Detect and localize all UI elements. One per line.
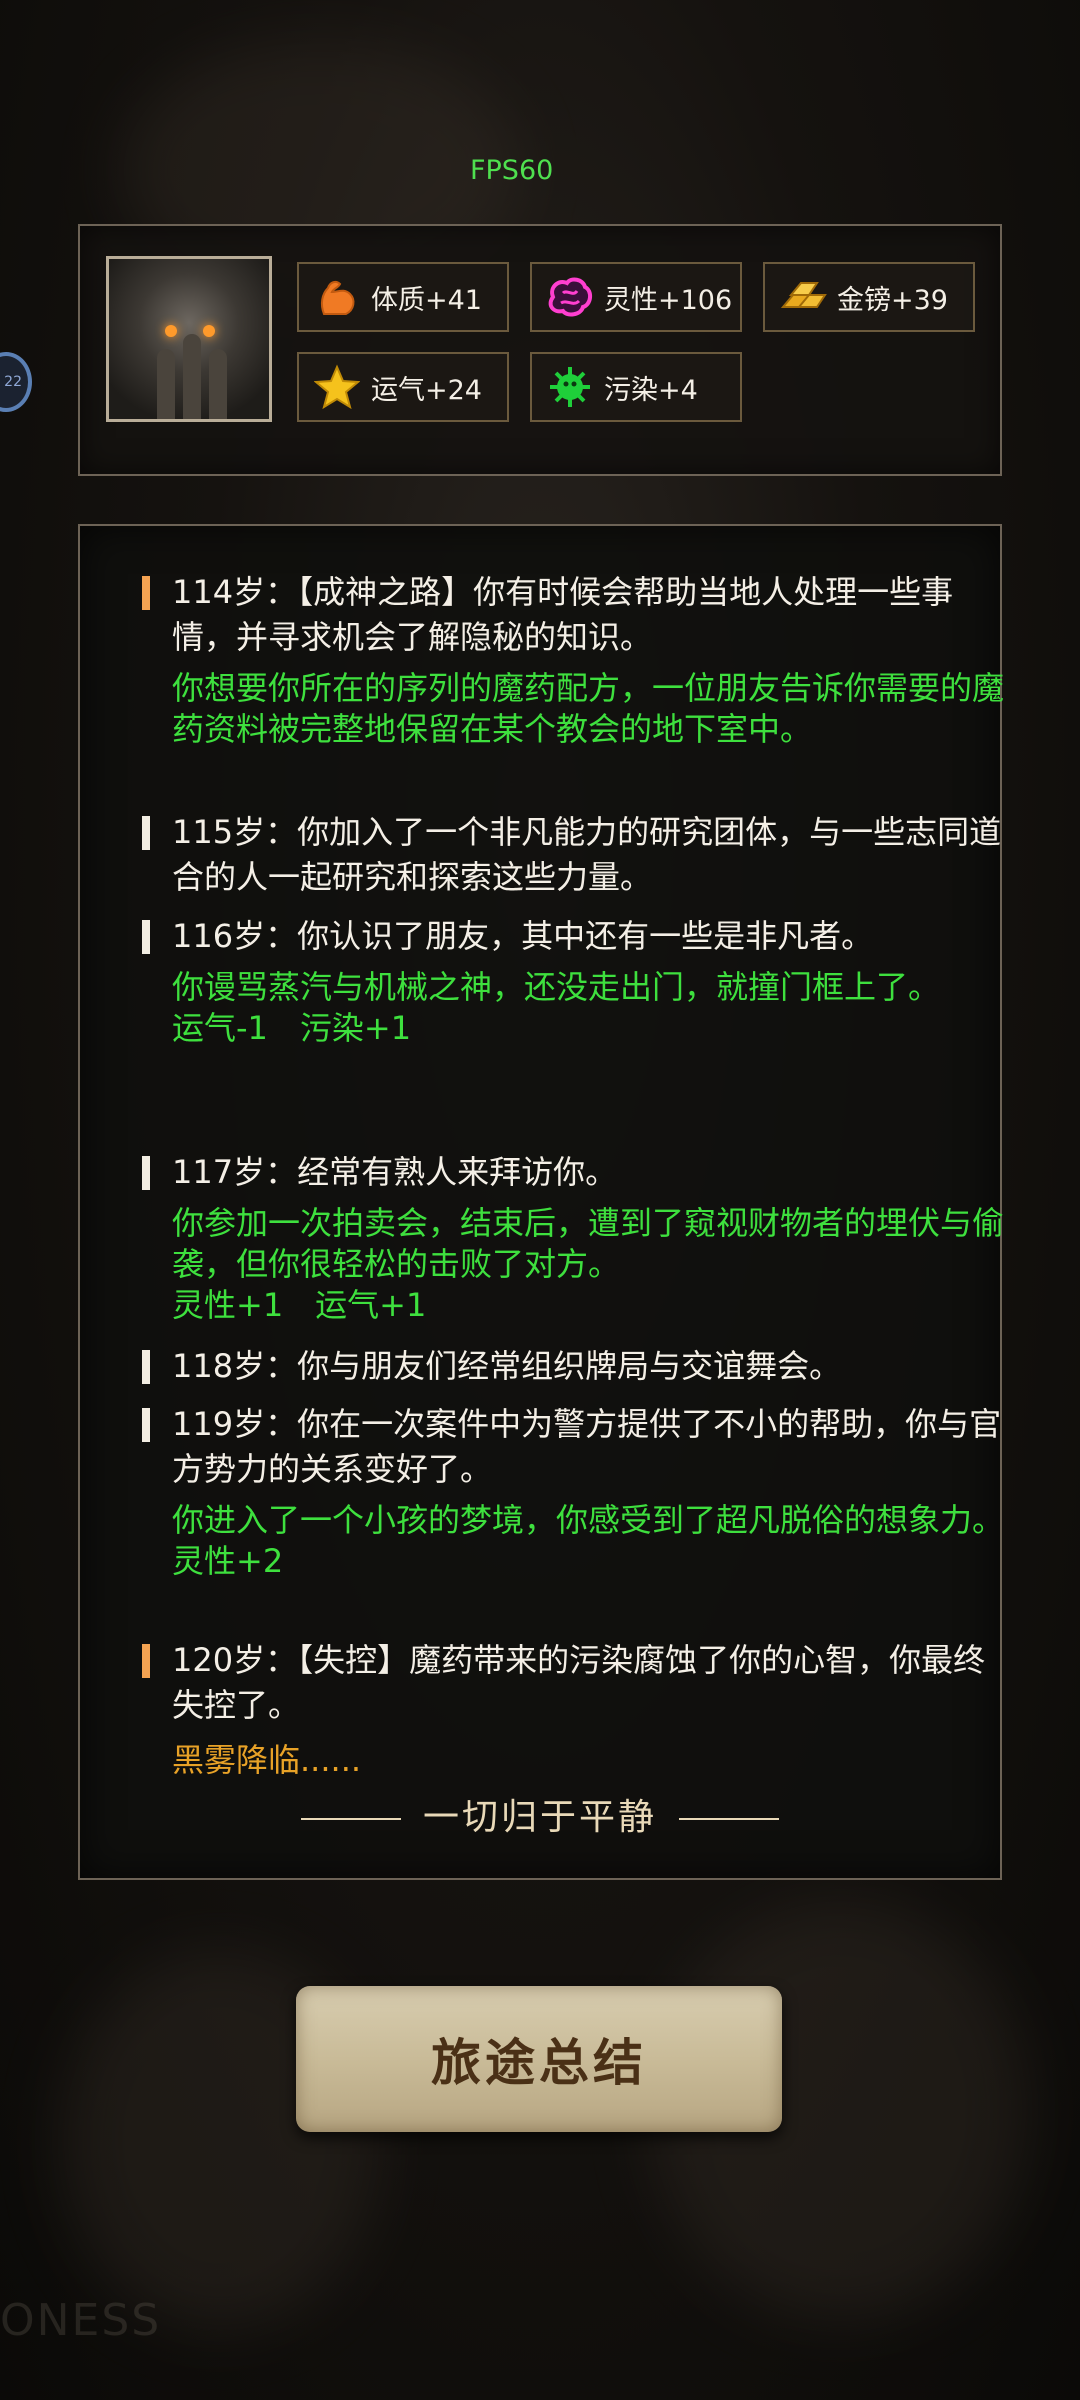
stat-label: 运气+24	[371, 374, 482, 406]
portrait-tentacle	[157, 349, 175, 419]
gold-bars-icon	[775, 269, 831, 325]
entry-marker	[142, 1350, 150, 1384]
entry-event: 你谩骂蒸汽与机械之神，还没走出门，就撞门框上了。	[172, 968, 941, 1006]
entry-effects: 灵性+2	[172, 1542, 284, 1580]
journey-summary-button[interactable]: 旅途总结	[296, 1986, 782, 2132]
ending-line: 一切归于平静	[80, 1788, 1000, 1840]
log-entry: 119岁：你在一次案件中为警方提供了不小的帮助，你与官方势力的关系变好了。 你进…	[142, 1402, 1012, 1582]
fps-counter: FPS60	[470, 155, 554, 186]
divider	[679, 1818, 779, 1820]
ending-text: 一切归于平静	[422, 1797, 657, 1838]
entry-text: 115岁：你加入了一个非凡能力的研究团体，与一些志同道合的人一起研究和探索这些力…	[172, 813, 1002, 896]
attributes-panel: 体质+41 灵性+106 金镑+39 运气+24 污染+4	[78, 224, 1002, 476]
portrait-tentacle	[183, 334, 201, 419]
entry-effects: 灵性+1 运气+1	[172, 1286, 427, 1324]
stat-label: 金镑+39	[837, 284, 948, 316]
portrait-tentacle	[209, 349, 227, 419]
entry-warning: 黑雾降临......	[172, 1741, 362, 1779]
star-icon	[309, 359, 365, 415]
entry-marker	[142, 816, 150, 850]
log-entry: 114岁：【成神之路】你有时候会帮助当地人处理一些事情，并寻求机会了解隐秘的知识…	[142, 570, 1012, 750]
stat-constitution: 体质+41	[297, 262, 509, 332]
portrait-eye	[203, 325, 215, 337]
muscle-icon	[309, 269, 365, 325]
entry-event: 你进入了一个小孩的梦境，你感受到了超凡脱俗的想象力。	[172, 1501, 1005, 1539]
character-portrait[interactable]	[106, 256, 272, 422]
entry-marker	[142, 1644, 150, 1678]
entry-text: 114岁：【成神之路】你有时候会帮助当地人处理一些事情，并寻求机会了解隐秘的知识…	[172, 573, 954, 656]
entry-event: 你参加一次拍卖会，结束后，遭到了窥视财物者的埋伏与偷袭，但你很轻松的击败了对方。	[172, 1204, 1005, 1283]
watermark: ONESS	[0, 2295, 162, 2346]
entry-text: 116岁：你认识了朋友，其中还有一些是非凡者。	[172, 917, 874, 955]
entry-text: 119岁：你在一次案件中为警方提供了不小的帮助，你与官方势力的关系变好了。	[172, 1405, 1002, 1488]
log-entry: 117岁：经常有熟人来拜访你。 你参加一次拍卖会，结束后，遭到了窥视财物者的埋伏…	[142, 1150, 1012, 1326]
entry-marker	[142, 576, 150, 610]
stat-label: 污染+4	[604, 374, 698, 406]
stat-pollution: 污染+4	[530, 352, 742, 422]
stat-luck: 运气+24	[297, 352, 509, 422]
entry-marker	[142, 1408, 150, 1442]
entry-marker	[142, 1156, 150, 1190]
stat-pounds: 金镑+39	[763, 262, 975, 332]
entry-text: 118岁：你与朋友们经常组织牌局与交谊舞会。	[172, 1347, 842, 1385]
side-float-badge[interactable]: 22	[0, 352, 32, 412]
entry-text: 117岁：经常有熟人来拜访你。	[172, 1153, 618, 1191]
entry-marker	[142, 920, 150, 954]
entry-text: 120岁：【失控】魔药带来的污染腐蚀了你的心智，你最终失控了。	[172, 1641, 986, 1724]
log-entry: 115岁：你加入了一个非凡能力的研究团体，与一些志同道合的人一起研究和探索这些力…	[142, 810, 1012, 900]
log-entry: 120岁：【失控】魔药带来的污染腐蚀了你的心智，你最终失控了。 黑雾降临....…	[142, 1638, 1012, 1781]
life-log-panel[interactable]: 114岁：【成神之路】你有时候会帮助当地人处理一些事情，并寻求机会了解隐秘的知识…	[78, 524, 1004, 1880]
entry-event: 你想要你所在的序列的魔药配方，一位朋友告诉你需要的魔药资料被完整地保留在某个教会…	[172, 669, 1005, 748]
log-entry: 116岁：你认识了朋友，其中还有一些是非凡者。 你谩骂蒸汽与机械之神，还没走出门…	[142, 914, 1012, 1049]
log-entry: 118岁：你与朋友们经常组织牌局与交谊舞会。	[142, 1344, 1012, 1389]
brain-icon	[542, 269, 598, 325]
portrait-eye	[165, 325, 177, 337]
entry-effects: 运气-1 污染+1	[172, 1009, 412, 1047]
stat-label: 体质+41	[371, 284, 482, 316]
divider	[300, 1818, 401, 1820]
virus-icon	[542, 359, 598, 415]
stat-label: 灵性+106	[604, 284, 733, 316]
stat-spirituality: 灵性+106	[530, 262, 742, 332]
